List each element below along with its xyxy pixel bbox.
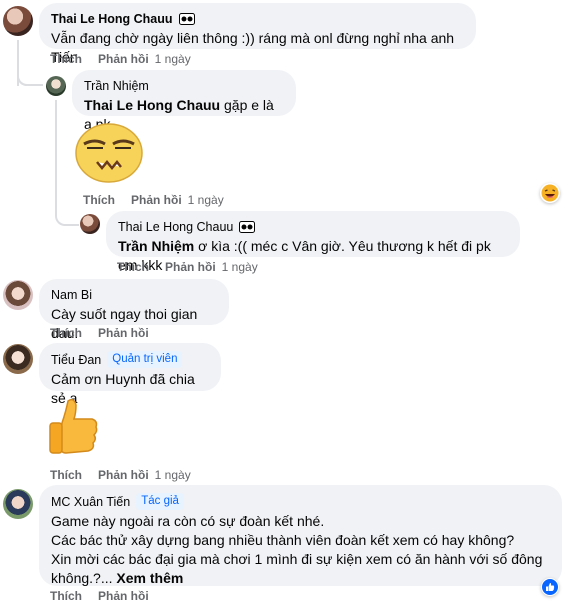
like-button[interactable]: Thích (50, 588, 82, 604)
avatar[interactable] (3, 489, 33, 519)
haha-react-icon[interactable] (540, 183, 560, 203)
comment-bubble: MC Xuân Tiến Tác giả Game này ngoài ra c… (39, 485, 562, 586)
comment-bubble: Thai Le Hong Chauu Vẫn đang chờ ngày liê… (39, 3, 476, 65)
avatar[interactable] (3, 6, 33, 36)
thread-connector (17, 62, 43, 86)
like-button[interactable]: Thích (117, 259, 149, 275)
commenter-name[interactable]: Nam Bi (51, 287, 92, 303)
commenter-name[interactable]: Tiểu Đan (51, 352, 101, 368)
mention[interactable]: Thai Le Hong Chauu (84, 97, 220, 113)
mention[interactable]: Trần Nhiệm (118, 238, 194, 254)
comment-text: Game này ngoài ra còn có sự đoàn kết nhé… (51, 512, 550, 588)
commenter-name[interactable]: MC Xuân Tiến (51, 494, 130, 510)
thumbs-up-sticker (49, 398, 98, 454)
profile-badge-icon (239, 221, 256, 233)
comment-line: không.?... (51, 570, 113, 586)
timestamp[interactable]: 1 ngày (222, 259, 258, 275)
timestamp[interactable]: 1 ngày (155, 467, 191, 483)
comment-bubble: Tiểu Đan Quản trị viên Cảm ơn Huynh đã c… (39, 343, 221, 406)
comment-actions: Thích Phản hồi 1 ngày (50, 467, 191, 483)
comment-bubble: Thai Le Hong Chauu Trần Nhiệm ơ kìa :(( … (106, 211, 520, 273)
reply-button[interactable]: Phản hồi (131, 192, 182, 208)
like-react-icon[interactable] (541, 578, 559, 596)
commenter-name[interactable]: Thai Le Hong Chauu (51, 11, 173, 27)
like-button[interactable]: Thích (50, 325, 82, 341)
commenter-name[interactable]: Thai Le Hong Chauu (118, 219, 233, 235)
like-button[interactable]: Thích (50, 51, 82, 67)
like-button[interactable]: Thích (50, 467, 82, 483)
reply-button[interactable]: Phản hồi (98, 467, 149, 483)
comment-actions: Thích Phản hồi (50, 588, 149, 604)
avatar[interactable] (80, 214, 100, 234)
like-button[interactable]: Thích (83, 192, 115, 208)
commenter-name[interactable]: Trần Nhiệm (84, 78, 149, 94)
thread-connector (55, 202, 79, 226)
timestamp[interactable]: 1 ngày (188, 192, 224, 208)
admin-badge[interactable]: Quản trị viên (107, 351, 183, 368)
see-more-link[interactable]: Xem thêm (116, 570, 183, 586)
avatar[interactable] (46, 76, 66, 96)
profile-badge-icon (178, 13, 195, 25)
reply-button[interactable]: Phản hồi (98, 51, 149, 67)
comment-actions: Thích Phản hồi 1 ngày (50, 51, 191, 67)
timestamp[interactable]: 1 ngày (155, 51, 191, 67)
comment-actions: Thích Phản hồi 1 ngày (83, 192, 224, 208)
thread-line (55, 100, 57, 212)
comment-actions: Thích Phản hồi 1 ngày (117, 259, 258, 275)
comment-line: Game này ngoài ra còn có sự đoàn kết nhé… (51, 513, 325, 529)
author-badge[interactable]: Tác giả (136, 493, 184, 510)
reply-button[interactable]: Phản hồi (165, 259, 216, 275)
reply-button[interactable]: Phản hồi (98, 588, 149, 604)
comment-bubble: Trần Nhiệm Thai Le Hong Chauu gặp e là a… (72, 70, 296, 132)
reply-button[interactable]: Phản hồi (98, 325, 149, 341)
meh-face-sticker (75, 123, 143, 183)
avatar[interactable] (3, 280, 33, 310)
comment-line: Xin mời các bác đại gia mà chơi 1 mình đ… (51, 551, 543, 567)
comment-actions: Thích Phản hồi (50, 325, 149, 341)
comment-bubble: Nam Bi Cày suốt ngay thoi gian dau! (39, 279, 229, 341)
comment-line: Các bác thử xây dựng bang nhiều thành vi… (51, 532, 515, 548)
avatar[interactable] (3, 344, 33, 374)
